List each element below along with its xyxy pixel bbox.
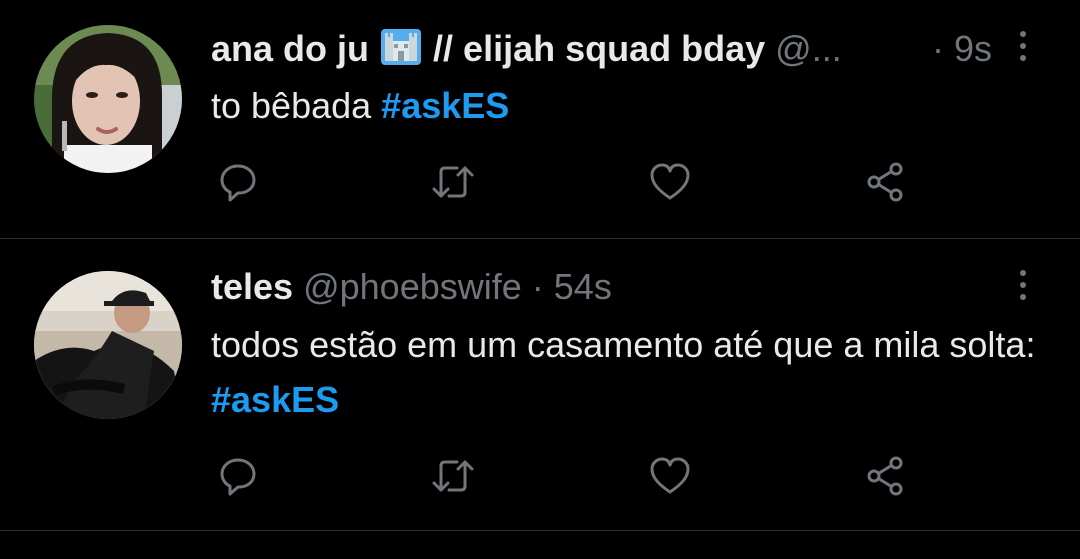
hashtag-link[interactable]: #askES xyxy=(381,85,509,126)
timestamp[interactable]: 9s xyxy=(954,28,992,69)
tweet[interactable]: ana do ju // elijah squad bday @... · 9s xyxy=(0,0,1080,238)
like-icon xyxy=(650,163,690,200)
like-button[interactable] xyxy=(645,451,695,501)
reply-icon xyxy=(220,164,256,202)
retweet-button[interactable] xyxy=(428,451,478,501)
retweet-icon xyxy=(432,166,474,198)
castle-icon xyxy=(381,29,422,75)
handle[interactable]: @... xyxy=(775,28,842,69)
action-bar xyxy=(0,157,1080,207)
timestamp-group: · 9s xyxy=(932,27,992,71)
more-options-icon[interactable] xyxy=(1012,24,1034,68)
more-options-icon[interactable] xyxy=(1012,263,1034,307)
avatar[interactable] xyxy=(34,271,182,419)
display-name-suffix[interactable]: // elijah squad bday xyxy=(433,28,765,69)
timestamp[interactable]: 54s xyxy=(554,266,612,307)
avatar[interactable] xyxy=(34,25,182,173)
display-name[interactable]: teles xyxy=(211,266,293,307)
hashtag-link[interactable]: #askES xyxy=(211,379,339,420)
reply-button[interactable] xyxy=(213,157,263,207)
reply-button[interactable] xyxy=(213,451,263,501)
tweet-text: to bêbada #askES xyxy=(211,78,1050,133)
tweet-body: todos estão em um casamento até que a mi… xyxy=(211,324,1036,365)
action-bar xyxy=(0,451,1080,501)
separator-dot: · xyxy=(531,266,544,307)
tweet[interactable]: teles @phoebswife · 54s todos estão em u… xyxy=(0,239,1080,530)
tweet-body: to bêbada xyxy=(211,85,372,126)
retweet-icon xyxy=(432,460,474,492)
retweet-button[interactable] xyxy=(428,157,478,207)
share-button[interactable] xyxy=(860,157,910,207)
reply-icon xyxy=(220,458,256,496)
like-icon xyxy=(650,457,690,494)
tweet-header: ana do ju // elijah squad bday @... xyxy=(211,27,1000,75)
share-icon xyxy=(867,162,903,202)
separator-dot: · xyxy=(931,28,944,69)
handle[interactable]: @phoebswife xyxy=(303,266,522,307)
divider xyxy=(0,530,1080,531)
share-button[interactable] xyxy=(860,451,910,501)
like-button[interactable] xyxy=(645,157,695,207)
display-name[interactable]: ana do ju xyxy=(211,28,369,69)
share-icon xyxy=(867,456,903,496)
tweet-header: teles @phoebswife · 54s xyxy=(211,265,1000,309)
tweet-text: todos estão em um casamento até que a mi… xyxy=(211,317,1050,427)
